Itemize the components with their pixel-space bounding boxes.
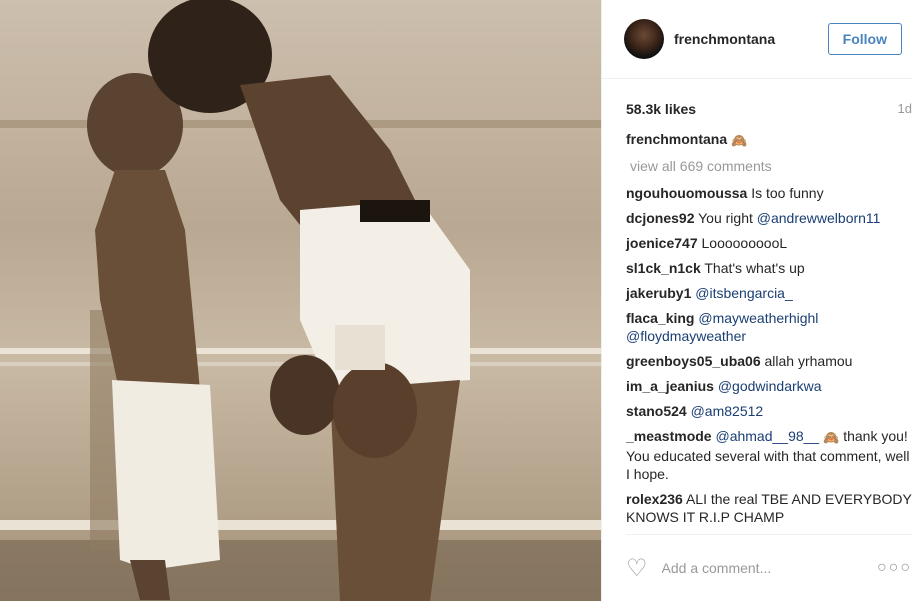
comment-mention[interactable]: @ahmad__98__ bbox=[715, 428, 819, 444]
comment-username[interactable]: stano524 bbox=[626, 403, 687, 419]
see-no-evil-monkey-icon: 🙈 bbox=[731, 133, 748, 148]
comment-username[interactable]: flaca_king bbox=[626, 310, 694, 326]
see-no-evil-monkey-icon: 🙈 bbox=[823, 430, 840, 445]
post-sidebar: frenchmontana Follow 58.3k likes 1d fren… bbox=[601, 0, 922, 601]
comment-text: LoooooooooL bbox=[701, 235, 788, 251]
comment-text: That's what's up bbox=[704, 260, 805, 276]
instagram-post: frenchmontana Follow 58.3k likes 1d fren… bbox=[0, 0, 922, 601]
comment-mention[interactable]: @godwindarkwa bbox=[718, 378, 822, 394]
post-photo[interactable] bbox=[0, 0, 601, 601]
comment-username[interactable]: _meastmode bbox=[626, 428, 712, 444]
post-time[interactable]: 1d bbox=[898, 101, 912, 117]
comment-username[interactable]: dcjones92 bbox=[626, 210, 694, 226]
author-username[interactable]: frenchmontana bbox=[674, 31, 828, 47]
comment-username[interactable]: greenboys05_uba06 bbox=[626, 353, 761, 369]
comment-mention[interactable]: @itsbengarcia_ bbox=[695, 285, 793, 301]
comment-text: allah yrhamou bbox=[764, 353, 853, 369]
comment-item: ngouhouomoussa Is too funny bbox=[626, 184, 912, 202]
comment-username[interactable]: joenice747 bbox=[626, 235, 698, 251]
comment-mention[interactable]: @am82512 bbox=[691, 403, 764, 419]
comment-username[interactable]: sl1ck_n1ck bbox=[626, 260, 701, 276]
follow-button[interactable]: Follow bbox=[827, 23, 902, 55]
comment-list: frenchmontana 🙈 view all 669 comments ng… bbox=[602, 117, 922, 526]
caption-username[interactable]: frenchmontana bbox=[626, 131, 727, 147]
comment-item: dcjones92 You right @andrewwelborn11 bbox=[626, 209, 912, 227]
comment-item: jakeruby1 @itsbengarcia_ bbox=[626, 284, 912, 302]
comment-item: im_a_jeanius @godwindarkwa bbox=[626, 377, 912, 395]
likes-count[interactable]: 58.3k likes bbox=[626, 101, 696, 117]
comment-text: You right bbox=[698, 210, 757, 226]
comment-item: sl1ck_n1ck That's what's up bbox=[626, 259, 912, 277]
author-avatar[interactable] bbox=[624, 19, 664, 59]
comment-item: _meastmode @ahmad__98__ 🙈 thank you! You… bbox=[626, 427, 912, 483]
comment-mention[interactable]: @andrewwelborn11 bbox=[757, 210, 881, 226]
comment-username[interactable]: im_a_jeanius bbox=[626, 378, 714, 394]
comment-username[interactable]: jakeruby1 bbox=[626, 285, 691, 301]
comment-item: flaca_king @mayweatherhighl @floydmaywea… bbox=[626, 309, 912, 345]
comment-item: greenboys05_uba06 allah yrhamou bbox=[626, 352, 912, 370]
comment-text: Is too funny bbox=[751, 185, 824, 201]
caption: frenchmontana 🙈 bbox=[626, 130, 912, 150]
comment-footer: ♡ ○○○ bbox=[626, 534, 912, 601]
comment-item: stano524 @am82512 bbox=[626, 402, 912, 420]
post-header: frenchmontana Follow bbox=[602, 0, 912, 79]
add-comment-input[interactable] bbox=[659, 559, 877, 577]
comment-item: rolex236 ALI the real TBE AND EVERYBODY … bbox=[626, 490, 912, 526]
boxing-photo-illustration bbox=[0, 0, 601, 601]
heart-icon[interactable]: ♡ bbox=[626, 554, 648, 583]
more-options-icon[interactable]: ○○○ bbox=[877, 559, 912, 577]
comment-username[interactable]: ngouhouomoussa bbox=[626, 185, 747, 201]
comment-username[interactable]: rolex236 bbox=[626, 491, 683, 507]
post-meta: 58.3k likes 1d bbox=[602, 79, 922, 117]
view-all-comments-link[interactable]: view all 669 comments bbox=[630, 157, 912, 175]
comment-item: joenice747 LoooooooooL bbox=[626, 234, 912, 252]
